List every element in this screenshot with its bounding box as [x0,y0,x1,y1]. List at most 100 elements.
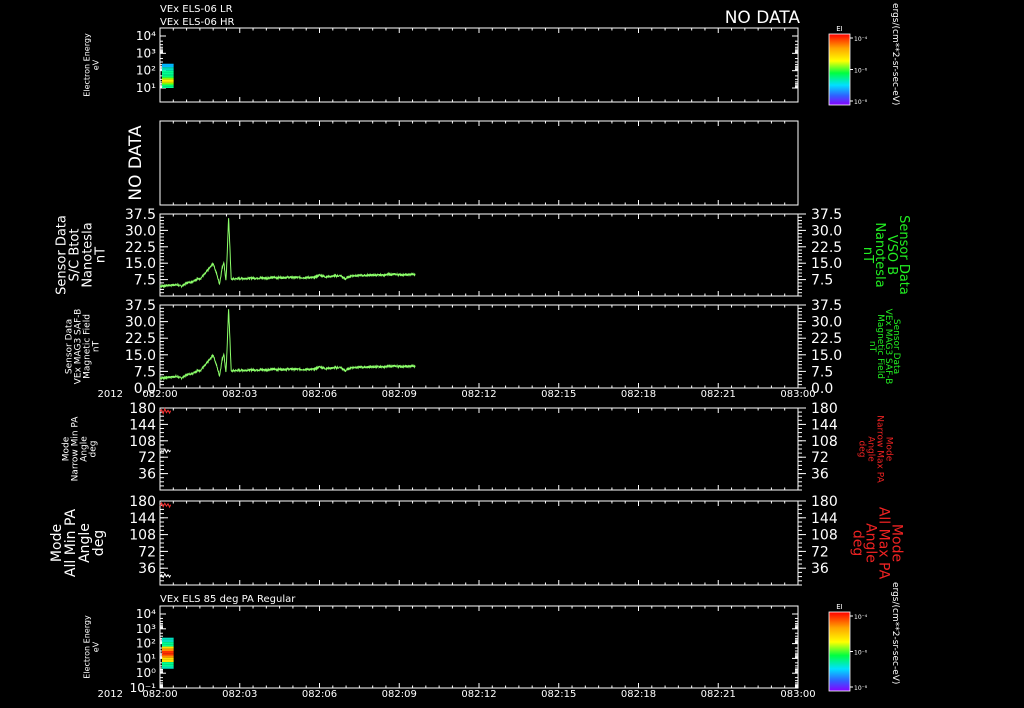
spectrogram-cell [162,653,174,656]
y-tick-label-right: 37.5 [811,207,842,223]
spectrogram-cell [162,639,174,643]
colorbar-tick-label: 10⁻⁴ [854,36,868,43]
y-tick-label: 22.5 [125,331,156,347]
time-tick-label: 082:03 [222,389,257,400]
y-tick-label-right: 108 [811,434,838,450]
spectrogram-cell [162,655,174,658]
spectrogram-cell [162,659,174,663]
colorbar-tick-label: 10⁻⁴ [854,614,868,621]
y-tick-label-right: 36 [811,467,829,483]
spectrogram-cell [162,642,174,645]
spectrogram-title: VEx ELS 85 deg PA Regular [160,594,296,605]
spectrogram-cell [162,82,174,85]
y-tick-label: 108 [129,434,156,450]
colorbar-label: EI [836,603,843,611]
y-tick-label-right: 22.5 [811,240,842,256]
y-tick-label: 22.5 [125,240,156,256]
time-tick-label: 082:15 [541,689,576,700]
colorbar-units-bottom: ergs/(cm**2-sr-sec-eV) [890,582,900,684]
spectrogram-cell [162,648,174,651]
energy-tick-label: 10¹ [136,81,156,95]
y-tick-label: 72 [138,450,156,466]
time-tick-label: 082:21 [701,389,736,400]
y-tick-label: 144 [129,417,156,433]
header-no-data: NO DATA [725,8,801,28]
year-label: 2012 [98,389,123,400]
spectrogram-cell [162,637,174,640]
vex-summary-plot: VEx ELS-06 LR VEx ELS-06 HR NO DATA ergs… [0,0,1024,708]
energy-axis-label: eV [92,59,101,70]
energy-axis-label: eV [92,641,101,652]
time-tick-label: 082:12 [461,689,496,700]
y-tick-label-right: 7.5 [811,364,833,380]
y-tick-label-right: 7.5 [811,273,833,289]
spectrogram-cell [162,68,174,71]
spectrogram-cell [162,65,174,68]
spectrogram-cell [162,86,174,88]
energy-tick-label: 10² [136,64,156,78]
spectrogram-cell [162,84,174,87]
header-line-1: VEx ELS-06 LR [160,4,233,15]
y-tick-label: 30.0 [125,315,156,331]
y-tick-label-right: 36 [811,561,829,577]
spectrogram-cell [162,79,174,82]
y-tick-label: 7.5 [134,364,156,380]
colorbar-tick-label: 10⁻⁸ [854,99,868,106]
spectrogram-cell [162,77,174,80]
y-axis-label-right: deg [857,441,867,458]
energy-tick-label: 10⁴ [136,607,156,621]
spectrogram-cell [162,657,174,660]
time-tick-label: 082:09 [382,689,417,700]
y-tick-label-right: 72 [811,544,829,560]
spectrogram-cell [162,664,174,667]
energy-axis-label: Electron Energy [83,615,92,679]
spectrogram-cell [162,72,174,75]
time-tick-label: 082:18 [621,689,656,700]
y-tick-label-right: 144 [811,417,838,433]
header-line-2: VEx ELS-06 HR [160,17,235,28]
y-axis-label-left: deg [89,441,99,458]
y-tick-label: 72 [138,544,156,560]
energy-tick-label: 10⁴ [136,29,156,43]
year-label: 2012 [98,689,123,700]
time-tick-label: 083:00 [780,689,815,700]
time-tick-label: 082:21 [701,689,736,700]
y-axis-label-right: nT [860,247,875,263]
colorbar [828,611,851,692]
colorbar-tick-label: 10⁻⁶ [854,650,868,657]
y-tick-label-right: 180 [811,494,838,510]
y-tick-label: 36 [138,467,156,483]
spectrogram-cell [162,74,174,76]
y-tick-label: 180 [129,494,156,510]
y-tick-label: 36 [138,561,156,577]
y-tick-label-right: 15.0 [811,348,842,364]
spectrogram-cell [162,662,174,665]
spectrogram-cell [162,646,174,649]
y-tick-label-right: 30.0 [811,315,842,331]
y-tick-label-right: 144 [811,511,838,527]
y-tick-label: 180 [129,401,156,417]
y-axis-label-right: deg [850,530,866,556]
y-tick-label: 15.0 [125,348,156,364]
energy-tick-label: 10² [136,637,156,651]
time-tick-label: 082:18 [621,389,656,400]
y-axis-label-left: nT [92,340,102,352]
energy-tick-label: 10⁰ [136,666,156,680]
colorbar-tick-label: 10⁻⁶ [854,68,868,75]
time-tick-label: 082:15 [541,389,576,400]
y-tick-label-right: 0.0 [811,381,833,397]
colorbar-tick-label: 10⁻⁸ [854,685,868,692]
colorbar [828,33,851,106]
spectrogram-cell [162,81,174,83]
spectrogram-cell [162,70,174,73]
energy-tick-label: 10¹ [136,651,156,665]
y-tick-label: 37.5 [125,298,156,314]
spectrogram-cell [162,644,174,647]
y-tick-label-right: 108 [811,528,838,544]
y-tick-label: 30.0 [125,223,156,239]
time-tick-label: 082:06 [302,689,337,700]
energy-axis-label: Electron Energy [83,33,92,97]
spectrogram-cell [162,666,174,669]
y-tick-label-right: 37.5 [811,298,842,314]
time-tick-label: 082:06 [302,389,337,400]
